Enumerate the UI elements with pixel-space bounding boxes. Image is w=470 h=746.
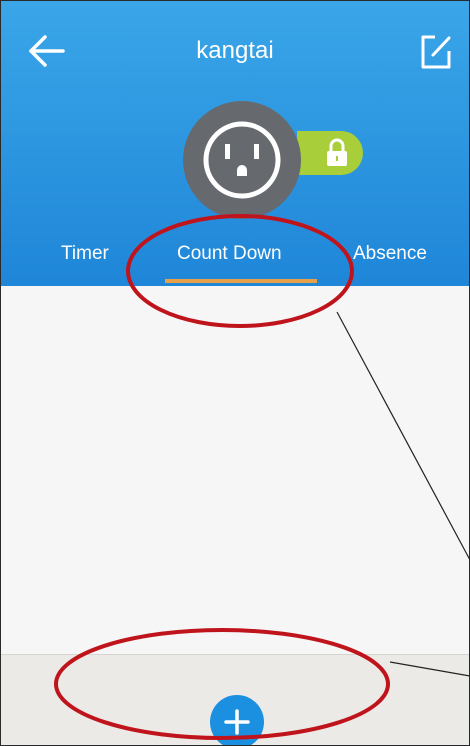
page-title: kangtai: [196, 37, 274, 64]
tab-count-down[interactable]: Count Down: [177, 243, 282, 265]
tab-absence[interactable]: Absence: [353, 243, 427, 265]
countdown-list-area: [1, 286, 469, 654]
bottom-bar: [1, 654, 469, 745]
plus-icon: [224, 709, 250, 735]
app-screen: kangtai Timer Count Down Absence: [0, 0, 470, 746]
edit-icon: [421, 35, 451, 69]
header: kangtai Timer Count Down Absence: [1, 1, 469, 286]
device-outlet[interactable]: [183, 101, 301, 219]
lock-icon: [327, 138, 347, 166]
tab-timer[interactable]: Timer: [61, 243, 109, 265]
lock-toggle[interactable]: [297, 131, 363, 175]
power-outlet-icon: [203, 121, 281, 199]
add-countdown-button[interactable]: [210, 695, 264, 745]
tab-selected-indicator: [165, 279, 317, 283]
edit-button[interactable]: [415, 29, 455, 73]
